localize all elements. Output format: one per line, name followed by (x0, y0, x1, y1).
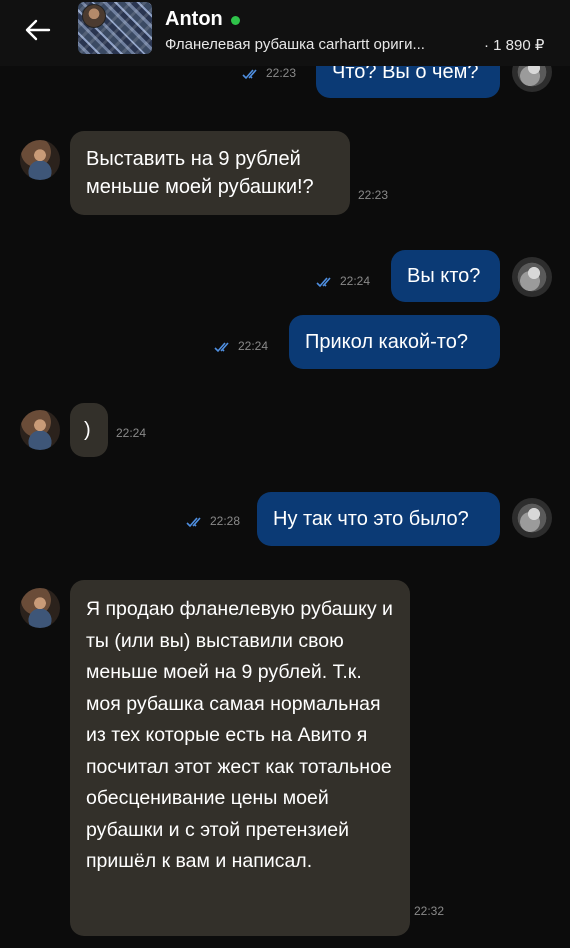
message-time: 22:32 (414, 904, 445, 918)
read-check-icon (214, 340, 234, 353)
message-time: 22:24 (238, 339, 269, 353)
message-time: 22:23 (266, 66, 297, 80)
read-check-icon (186, 515, 206, 528)
seller-avatar (82, 4, 106, 28)
message-bubble-outgoing[interactable]: Вы кто? (391, 250, 500, 302)
anton-avatar (20, 588, 60, 628)
message-bubble-incoming[interactable]: Выставить на 9 рублей меньше моей рубашк… (70, 131, 350, 215)
message-text: Ну так что это было? (273, 508, 469, 530)
message-text: Выставить на 9 рублей меньше моей рубашк… (86, 148, 314, 198)
seller-name[interactable]: Anton (165, 8, 223, 31)
message-text: ) (84, 419, 91, 441)
my-avatar (512, 257, 552, 297)
read-check-icon (316, 275, 336, 288)
message-text: Прикол какой-то? (305, 331, 468, 353)
arrow-left-icon (25, 19, 51, 41)
back-button[interactable] (18, 12, 58, 48)
chat-screen: 22:23 Что? Вы о чем? Выставить на 9 рубл… (0, 0, 570, 948)
chat-header: Anton Фланелевая рубашка carhartt ориги.… (0, 0, 570, 66)
listing-price: · 1 890 ₽ (484, 37, 545, 54)
message-text: Я продаю фланелевую рубашку и ты (или вы… (86, 598, 393, 872)
message-bubble-incoming[interactable]: ) (70, 403, 108, 457)
my-avatar (512, 498, 552, 538)
listing-thumbnail[interactable] (78, 2, 152, 54)
message-time: 22:23 (358, 188, 389, 202)
message-bubble-outgoing[interactable]: Прикол какой-то? (289, 315, 500, 369)
message-bubble-outgoing[interactable]: Ну так что это было? (257, 492, 500, 546)
message-time: 22:24 (340, 274, 371, 288)
message-text: Вы кто? (407, 265, 481, 287)
read-check-icon (242, 67, 262, 80)
anton-avatar (20, 410, 60, 450)
message-time: 22:24 (116, 426, 147, 440)
message-time: 22:28 (210, 514, 241, 528)
message-bubble-incoming[interactable]: Я продаю фланелевую рубашку и ты (или вы… (70, 580, 410, 936)
anton-avatar (20, 140, 60, 180)
online-status-icon (231, 16, 240, 25)
listing-title[interactable]: Фланелевая рубашка carhartt ориги... (165, 36, 425, 53)
